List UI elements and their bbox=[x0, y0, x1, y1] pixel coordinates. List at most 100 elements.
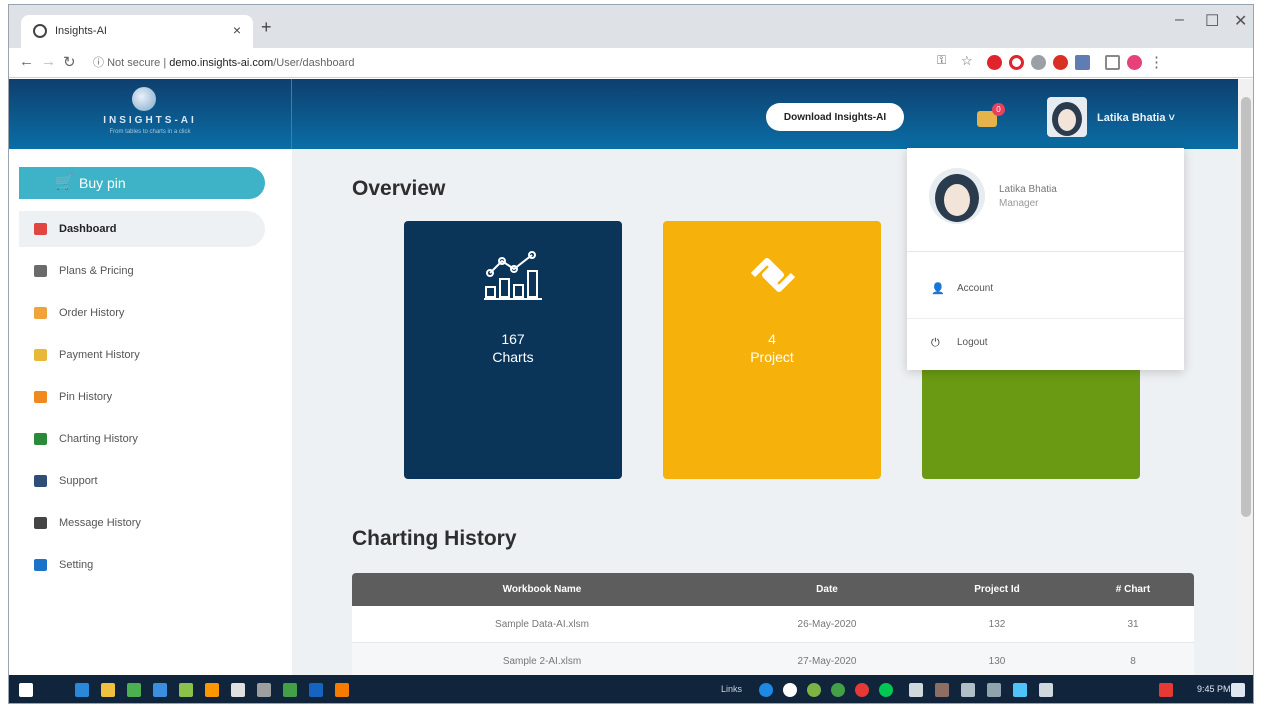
tray-icon[interactable] bbox=[935, 683, 949, 697]
cell-chart-count: 8 bbox=[1130, 655, 1136, 667]
sidebar-item-payment-history[interactable]: Payment History bbox=[19, 337, 265, 373]
sidebar-item-support[interactable]: Support bbox=[19, 463, 265, 499]
close-tab-icon[interactable]: × bbox=[233, 22, 241, 38]
back-arrow-icon[interactable]: ← bbox=[19, 53, 34, 70]
cast-icon[interactable] bbox=[1105, 55, 1120, 70]
tray-icon[interactable] bbox=[879, 683, 893, 697]
app-icon[interactable] bbox=[283, 683, 297, 697]
sidebar-item-label: Payment History bbox=[59, 349, 140, 361]
app-icon[interactable] bbox=[205, 683, 219, 697]
avatar bbox=[929, 168, 985, 224]
account-label: Account bbox=[957, 283, 994, 294]
logo-text: INSIGHTS-AI bbox=[103, 115, 197, 126]
dropdown-user-role: Manager bbox=[999, 198, 1039, 209]
address-bar[interactable]: ⓘ Not secure | demo.insights-ai.com/User… bbox=[89, 52, 909, 74]
opera-icon[interactable] bbox=[1009, 55, 1024, 70]
ie-icon[interactable] bbox=[75, 683, 89, 697]
volume-icon[interactable] bbox=[1039, 683, 1053, 697]
brain-logo-icon bbox=[132, 87, 156, 111]
cell-date: 27-May-2020 bbox=[797, 655, 857, 667]
profile-icon[interactable] bbox=[1127, 55, 1142, 70]
account-menu-item[interactable]: 👤 Account bbox=[907, 260, 1184, 318]
logout-menu-item[interactable]: ⏻ Logout bbox=[907, 318, 1184, 370]
plans-pricing-icon bbox=[34, 265, 47, 277]
projects-card[interactable]: 4 Project bbox=[663, 221, 881, 479]
forward-arrow-icon[interactable]: → bbox=[41, 53, 56, 70]
notification-badge: 0 bbox=[992, 103, 1005, 116]
sidebar-item-setting[interactable]: Setting bbox=[19, 547, 265, 583]
table-row[interactable]: Sample 2-AI.xlsm 27-May-2020 130 8 bbox=[352, 643, 1194, 675]
projects-count: 4 bbox=[768, 331, 776, 347]
sidebar-item-label: Message History bbox=[59, 517, 141, 529]
notification-center-icon[interactable] bbox=[1231, 683, 1245, 697]
projects-label: Project bbox=[750, 349, 794, 365]
cart-icon: 🛒 bbox=[55, 174, 74, 191]
file-explorer-icon[interactable] bbox=[101, 683, 115, 697]
extension-block-icon[interactable] bbox=[1053, 55, 1068, 70]
logo[interactable]: INSIGHTS-AI From tables to charts in a c… bbox=[9, 79, 292, 149]
network-icon[interactable] bbox=[961, 683, 975, 697]
tray-icon[interactable] bbox=[909, 683, 923, 697]
tray-icon[interactable] bbox=[855, 683, 869, 697]
table-row[interactable]: Sample Data-AI.xlsm 26-May-2020 132 31 bbox=[352, 606, 1194, 643]
header-chart-count[interactable]: # Chart bbox=[1072, 573, 1194, 606]
outlook-icon[interactable] bbox=[309, 683, 323, 697]
cloud-icon[interactable] bbox=[783, 683, 797, 697]
tray-icon[interactable] bbox=[1013, 683, 1027, 697]
tray-icon[interactable] bbox=[759, 683, 773, 697]
chrome-icon[interactable] bbox=[127, 683, 141, 697]
extension-blue-icon[interactable] bbox=[1075, 55, 1090, 70]
taskbar-links[interactable]: Links bbox=[721, 684, 742, 694]
header-date[interactable]: Date bbox=[732, 573, 922, 606]
app-icon[interactable] bbox=[179, 683, 193, 697]
new-tab-button[interactable]: + bbox=[261, 17, 272, 38]
person-icon: 👤 bbox=[931, 283, 945, 295]
sidebar-item-label: Setting bbox=[59, 559, 94, 571]
sidebar-item-dashboard[interactable]: Dashboard bbox=[19, 211, 265, 247]
header-workbook-name[interactable]: Workbook Name bbox=[352, 573, 732, 606]
app-icon[interactable] bbox=[335, 683, 349, 697]
reload-icon[interactable]: ↻ bbox=[63, 53, 76, 71]
chart-icon bbox=[484, 251, 542, 300]
extension-gray-icon[interactable] bbox=[1031, 55, 1046, 70]
sidebar-item-plans-pricing[interactable]: Plans & Pricing bbox=[19, 253, 265, 289]
browser-tab[interactable]: Insights-AI × bbox=[21, 15, 253, 48]
tray-icon[interactable] bbox=[831, 683, 845, 697]
extension-red-icon[interactable] bbox=[987, 55, 1002, 70]
cell-chart-count: 31 bbox=[1127, 618, 1139, 630]
logout-label: Logout bbox=[957, 337, 988, 348]
scroll-thumb[interactable] bbox=[1241, 97, 1251, 517]
app-icon[interactable] bbox=[231, 683, 245, 697]
cell-workbook-name: Sample Data-AI.xlsm bbox=[495, 618, 589, 630]
download-insights-button[interactable]: Download Insights-AI bbox=[766, 103, 904, 131]
charts-card[interactable]: 167 Charts bbox=[404, 221, 622, 479]
page-scrollbar[interactable] bbox=[1238, 79, 1253, 675]
tray-icon[interactable] bbox=[807, 683, 821, 697]
dashboard-icon bbox=[34, 223, 47, 235]
close-window-button[interactable]: ✕ bbox=[1234, 11, 1247, 31]
buy-pin-button[interactable]: 🛒 Buy pin bbox=[19, 167, 265, 199]
sidebar-item-pin-history[interactable]: Pin History bbox=[19, 379, 265, 415]
project-link-icon bbox=[750, 258, 796, 292]
sidebar-item-label: Dashboard bbox=[59, 223, 117, 235]
browser-toolbar: ← → ↻ ⓘ Not secure | demo.insights-ai.co… bbox=[9, 48, 1253, 78]
sidebar-item-charting-history[interactable]: Charting History bbox=[19, 421, 265, 457]
minimize-button[interactable]: – bbox=[1175, 11, 1184, 29]
bookmark-star-icon[interactable]: ☆ bbox=[961, 53, 973, 69]
taskbar-clock[interactable]: 9:45 PM bbox=[1197, 684, 1231, 694]
tray-alert-icon[interactable] bbox=[1159, 683, 1173, 697]
menu-dots-icon[interactable]: ⋮ bbox=[1149, 53, 1164, 71]
maximize-button[interactable]: ☐ bbox=[1205, 11, 1219, 31]
sidebar-item-order-history[interactable]: Order History bbox=[19, 295, 265, 331]
avatar[interactable] bbox=[1047, 97, 1087, 137]
header-project-id[interactable]: Project Id bbox=[922, 573, 1072, 606]
battery-icon[interactable] bbox=[987, 683, 1001, 697]
app-icon[interactable] bbox=[153, 683, 167, 697]
cell-project-id: 132 bbox=[988, 618, 1006, 630]
app-icon[interactable] bbox=[257, 683, 271, 697]
overview-title: Overview bbox=[352, 177, 446, 200]
key-icon[interactable]: ⚿ bbox=[937, 53, 946, 68]
sidebar-item-message-history[interactable]: Message History bbox=[19, 505, 265, 541]
windows-start-icon[interactable] bbox=[19, 683, 33, 697]
user-menu-toggle[interactable]: Latika Bhatia ˅ bbox=[1097, 112, 1175, 124]
